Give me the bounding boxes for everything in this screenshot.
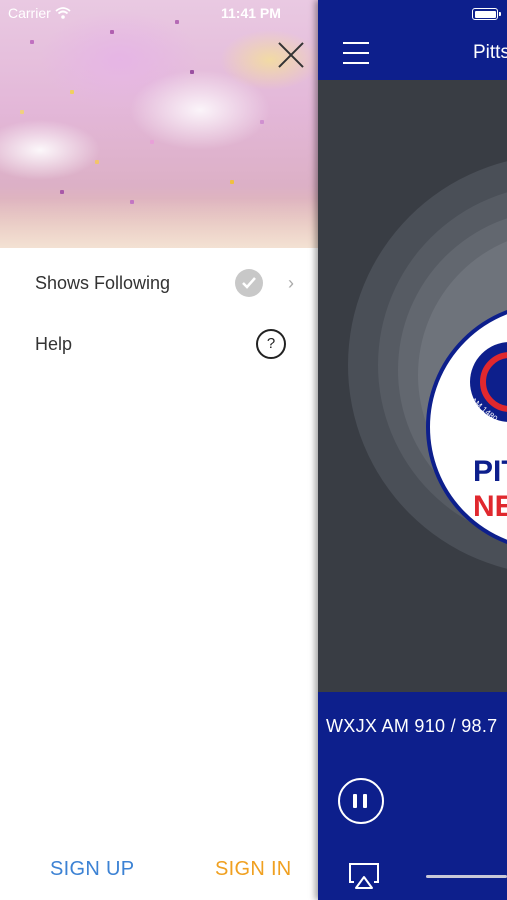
checkmark-circle-icon [235, 269, 263, 297]
pause-button[interactable] [338, 778, 384, 824]
logo-text-bottom: NE [473, 490, 507, 523]
question-circle-icon: ? [256, 329, 286, 359]
header-image-confetti-crowd: Carrier 11:41 PM [0, 0, 318, 248]
airplay-icon[interactable] [348, 862, 380, 890]
logo-text-top: PIT [473, 455, 507, 488]
wifi-icon [55, 7, 71, 19]
side-menu-panel: Carrier 11:41 PM Shows Following › Help … [0, 0, 318, 900]
station-name: WXJX AM 910 / 98.7 [326, 716, 498, 736]
menu-item-label: Shows Following [35, 272, 171, 293]
sign-in-button[interactable]: SIGN IN [215, 858, 292, 881]
menu-item-label: Help [35, 333, 73, 354]
sign-up-button[interactable]: SIGN UP [50, 858, 134, 881]
volume-slider[interactable] [426, 875, 507, 878]
station-artwork: AM 1480 PIT NE [318, 80, 507, 692]
menu-item-shows-following[interactable]: Shows Following › [0, 258, 318, 308]
status-carrier: Carrier [8, 5, 71, 21]
status-time: 11:41 PM [221, 5, 281, 21]
chevron-right-icon: › [288, 272, 294, 293]
close-menu-button[interactable] [276, 40, 306, 70]
hamburger-menu-icon[interactable] [343, 42, 369, 64]
battery-icon [472, 8, 501, 20]
menu-item-help[interactable]: Help ? [0, 319, 318, 369]
page-title: Pitts [473, 42, 507, 63]
player-screen: Pitts AM 1480 PIT NE WXJX AM 910 / 98.7 [318, 0, 507, 900]
